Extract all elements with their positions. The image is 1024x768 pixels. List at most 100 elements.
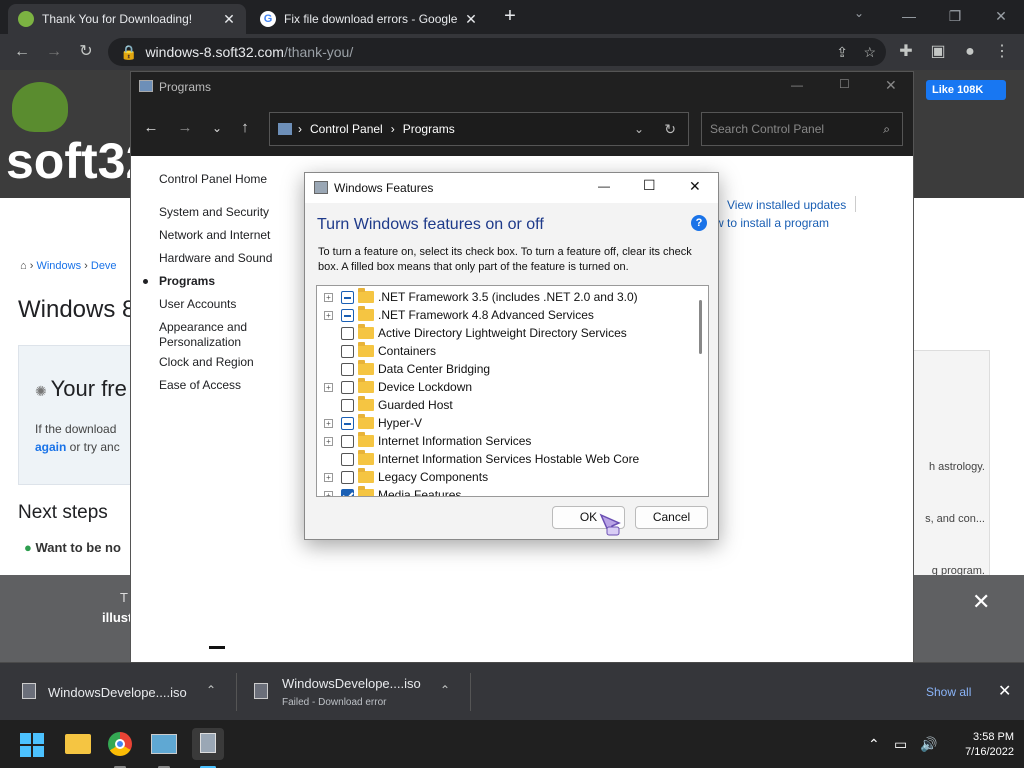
close-shelf-icon[interactable]: ✕ — [998, 681, 1011, 701]
show-hidden-icons-chevron-icon[interactable]: ⌃ — [868, 736, 880, 753]
volume-icon[interactable]: 🔊 — [920, 736, 937, 753]
tab-thank-you[interactable]: Thank You for Downloading! ✕ — [8, 4, 246, 34]
file-explorer-icon[interactable] — [62, 728, 94, 760]
profile-avatar-icon[interactable]: ● — [958, 40, 982, 64]
download-options-chevron-icon[interactable]: ⌃ — [206, 683, 216, 697]
view-installed-updates-link[interactable]: View installed updates — [727, 198, 846, 212]
expand-plus-icon[interactable]: + — [324, 292, 333, 302]
taskbar-clock[interactable]: 3:58 PM 7/16/2022 — [950, 730, 1014, 760]
try-again-link[interactable]: again — [35, 440, 66, 454]
sidebar-item-personalization[interactable]: Personalization — [159, 335, 241, 349]
sidebar-item-hardware-sound[interactable]: Hardware and Sound — [159, 251, 272, 265]
feature-checkbox[interactable] — [341, 488, 354, 496]
feature-row[interactable]: + .NET Framework 4.8 Advanced Services — [317, 306, 697, 324]
show-all-downloads-link[interactable]: Show all — [926, 685, 971, 699]
close-tab-icon[interactable]: ✕ — [222, 11, 236, 28]
explorer-address-bar[interactable]: › Control Panel › Programs ⌄ ↻ — [269, 112, 689, 146]
sidebar-item-user-accounts[interactable]: User Accounts — [159, 297, 236, 311]
address-segment[interactable]: Control Panel — [310, 122, 383, 136]
feature-checkbox[interactable] — [341, 416, 354, 430]
feature-row[interactable]: + Hyper-V — [317, 414, 697, 432]
refresh-icon[interactable]: ↻ — [664, 121, 676, 138]
download-item-failed[interactable]: WindowsDevelope....iso Failed - Download… — [238, 663, 468, 721]
close-window-button[interactable]: ✕ — [885, 77, 897, 94]
how-to-install-link[interactable]: w to install a program — [715, 216, 829, 230]
sidebar-item-clock-region[interactable]: Clock and Region — [159, 355, 254, 369]
breadcrumb-dev[interactable]: Deve — [91, 260, 117, 272]
forward-arrow-icon[interactable]: → — [173, 116, 197, 140]
tab-fix-download-errors[interactable]: G Fix file download errors - Google ✕ — [250, 4, 488, 34]
feature-checkbox[interactable] — [341, 290, 354, 304]
feature-row[interactable]: Data Center Bridging — [317, 360, 697, 378]
bookmark-star-icon[interactable]: ☆ — [863, 44, 876, 61]
sidebar-item-appearance[interactable]: Appearance and — [159, 320, 247, 334]
address-bar[interactable]: 🔒 windows-8.soft32.com/thank-you/ ⇪ ☆ — [108, 38, 886, 66]
windows-features-taskbar-icon[interactable] — [192, 728, 224, 768]
feature-checkbox[interactable] — [341, 470, 354, 484]
feature-checkbox[interactable] — [341, 308, 354, 322]
sidebar-item-control-panel-home[interactable]: Control Panel Home — [159, 172, 267, 186]
feature-row[interactable]: Active Directory Lightweight Directory S… — [317, 324, 697, 342]
cancel-button[interactable]: Cancel — [635, 506, 708, 529]
address-dropdown-icon[interactable]: ⌄ — [634, 122, 644, 136]
expand-plus-icon[interactable]: + — [324, 436, 333, 446]
control-panel-taskbar-icon[interactable] — [148, 728, 180, 768]
reload-icon[interactable]: ↻ — [74, 40, 98, 64]
facebook-like-button[interactable]: Like 108K — [926, 80, 1006, 100]
feature-row[interactable]: Internet Information Services Hostable W… — [317, 450, 697, 468]
restore-button[interactable]: ❐ — [932, 4, 978, 28]
feature-checkbox[interactable] — [341, 434, 354, 448]
breadcrumb-windows[interactable]: Windows — [36, 260, 81, 272]
features-tree[interactable]: + .NET Framework 3.5 (includes .NET 2.0 a… — [316, 285, 709, 497]
feature-row[interactable]: Containers — [317, 342, 697, 360]
feature-row[interactable]: + .NET Framework 3.5 (includes .NET 2.0 a… — [317, 288, 697, 306]
related-snippet[interactable]: s, and con... — [911, 513, 985, 525]
expand-plus-icon[interactable]: + — [324, 382, 333, 392]
feature-row[interactable]: + Internet Information Services — [317, 432, 697, 450]
minimize-button[interactable]: — — [598, 179, 610, 193]
back-arrow-icon[interactable]: ← — [139, 116, 163, 140]
close-banner-icon[interactable]: ✕ — [972, 589, 990, 615]
up-arrow-icon[interactable]: ↑ — [233, 116, 257, 140]
feature-row[interactable]: + Device Lockdown — [317, 378, 697, 396]
recent-locations-chevron-icon[interactable]: ⌄ — [205, 116, 229, 140]
feature-row[interactable]: + Media Features — [317, 486, 697, 496]
close-tab-icon[interactable]: ✕ — [464, 11, 478, 28]
expand-plus-icon[interactable]: + — [324, 490, 333, 496]
feature-checkbox[interactable] — [341, 326, 354, 340]
minimize-button[interactable]: — — [886, 4, 932, 28]
feature-checkbox[interactable] — [341, 344, 354, 358]
chrome-icon[interactable] — [104, 728, 136, 768]
close-dialog-button[interactable]: ✕ — [689, 178, 701, 195]
feature-checkbox[interactable] — [341, 362, 354, 376]
sidebar-item-network-internet[interactable]: Network and Internet — [159, 228, 270, 242]
sidebar-item-programs[interactable]: Programs — [159, 274, 215, 288]
tree-scrollbar[interactable] — [699, 300, 702, 354]
forward-arrow-icon[interactable]: → — [42, 40, 66, 64]
sidebar-item-ease-of-access[interactable]: Ease of Access — [159, 378, 241, 392]
windows-start-icon[interactable] — [20, 733, 44, 757]
close-window-button[interactable]: ✕ — [978, 4, 1024, 28]
download-item[interactable]: WindowsDevelope....iso ⌃ — [0, 663, 234, 721]
tab-search-chevron-icon[interactable]: ⌄ — [854, 6, 864, 20]
maximize-button[interactable]: ☐ — [643, 177, 656, 194]
back-arrow-icon[interactable]: ← — [10, 40, 34, 64]
feature-row[interactable]: Guarded Host — [317, 396, 697, 414]
menu-kebab-icon[interactable]: ⋮ — [990, 40, 1014, 64]
search-control-panel-input[interactable]: Search Control Panel ⌕ — [701, 112, 903, 146]
feature-row[interactable]: + Legacy Components — [317, 468, 697, 486]
side-panel-icon[interactable]: ▣ — [926, 40, 950, 64]
extensions-puzzle-icon[interactable]: ✚ — [894, 40, 918, 64]
address-segment[interactable]: Programs — [403, 122, 455, 136]
help-icon[interactable]: ? — [691, 215, 707, 231]
share-icon[interactable]: ⇪ — [836, 44, 848, 61]
feature-checkbox[interactable] — [341, 380, 354, 394]
network-icon[interactable]: ▭ — [894, 736, 907, 753]
maximize-button[interactable]: ☐ — [839, 77, 850, 91]
feature-checkbox[interactable] — [341, 452, 354, 466]
new-tab-button[interactable]: + — [498, 4, 522, 28]
sidebar-item-system-security[interactable]: System and Security — [159, 205, 269, 219]
related-snippet[interactable]: h astrology. — [911, 461, 985, 473]
feature-checkbox[interactable] — [341, 398, 354, 412]
expand-plus-icon[interactable]: + — [324, 472, 333, 482]
